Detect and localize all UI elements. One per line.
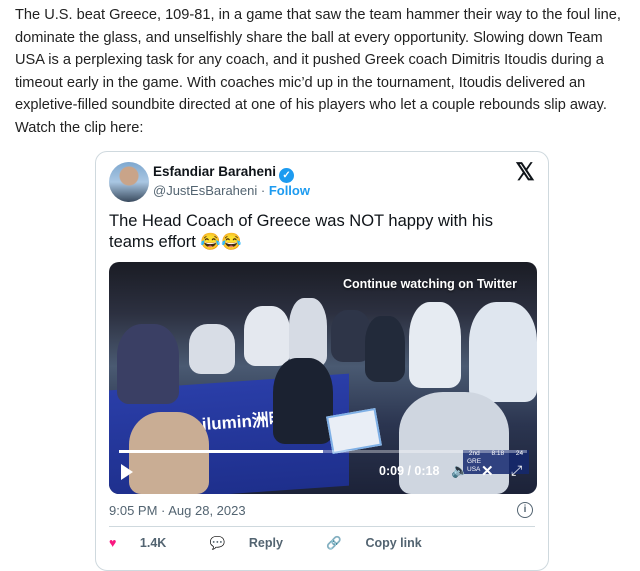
reply-label: Reply	[248, 536, 283, 550]
x-logo-icon[interactable]: 𝕏	[514, 161, 536, 185]
heart-icon: ♥	[109, 536, 117, 550]
mute-indicator-icon: ✕	[481, 463, 494, 480]
embedded-tweet[interactable]: Esfandiar Baraheni ✓ @JustEsBaraheni · Fo…	[95, 151, 549, 571]
tweet-timestamp[interactable]: 9:05 PM · Aug 28, 2023	[109, 503, 246, 518]
continue-watching-link[interactable]: Continue watching on Twitter	[343, 277, 517, 291]
author-name[interactable]: Esfandiar Baraheni	[153, 164, 276, 179]
player-figure	[244, 306, 290, 366]
player-figure	[117, 324, 179, 404]
fullscreen-icon[interactable]: ⤢	[511, 462, 522, 479]
copy-link-button[interactable]: 🔗 Copy link	[326, 536, 441, 550]
avatar[interactable]	[109, 162, 149, 202]
reply-icon: 💬	[209, 536, 226, 550]
player-figure	[365, 316, 405, 382]
video-time: 0:09 / 0:18	[379, 464, 440, 478]
copy-link-label: Copy link	[365, 536, 422, 550]
article-paragraph: The U.S. beat Greece, 109-81, in a game …	[15, 7, 621, 136]
reply-button[interactable]: 💬 Reply	[210, 536, 303, 550]
video-player[interactable]: Unilumin洲明 Continue watching on Twitter …	[109, 262, 537, 494]
video-progress-fill	[119, 450, 323, 453]
separator: ·	[257, 183, 269, 198]
handle-row: @JustEsBaraheni · Follow	[153, 183, 310, 198]
player-figure	[469, 302, 537, 402]
info-icon[interactable]: i	[517, 502, 533, 518]
author-name-row[interactable]: Esfandiar Baraheni ✓	[153, 164, 295, 183]
player-figure	[409, 302, 461, 388]
play-icon[interactable]	[121, 464, 133, 480]
player-figure	[129, 412, 209, 494]
like-count: 1.4K	[139, 536, 167, 550]
like-button[interactable]: ♥ 1.4K	[109, 536, 186, 550]
verified-badge-icon: ✓	[279, 168, 295, 183]
follow-button[interactable]: Follow	[269, 183, 310, 198]
tactics-clipboard	[326, 407, 382, 455]
author-handle[interactable]: @JustEsBaraheni	[153, 183, 257, 198]
link-icon: 🔗	[326, 536, 342, 550]
tweet-text: The Head Coach of Greece was NOT happy w…	[109, 212, 493, 251]
divider	[109, 526, 535, 527]
coach-figure	[273, 358, 333, 444]
volume-icon[interactable]: 🔈	[451, 462, 468, 479]
player-figure	[189, 324, 235, 374]
video-progress-bar[interactable]	[119, 450, 527, 453]
